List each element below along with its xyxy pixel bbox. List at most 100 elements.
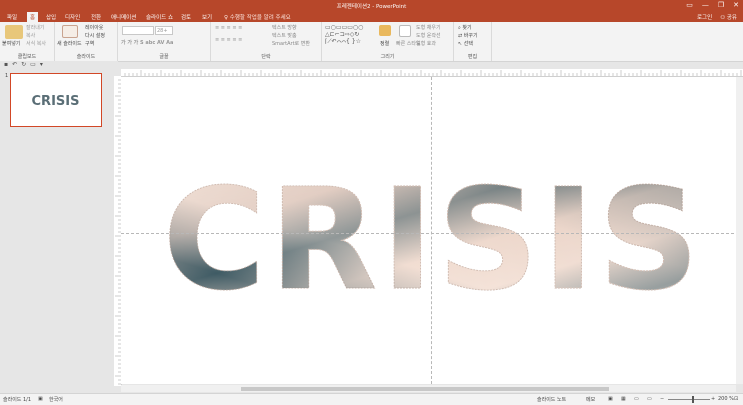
cut-button[interactable]: 잘라내기: [26, 24, 44, 31]
ribbon: 붙여넣기 잘라내기 복사 서식 복사 클립보드 새 슬라이드 레이아웃 다시 설…: [0, 22, 743, 62]
font-size-value: 28+: [157, 28, 168, 34]
slideshow-view-icon[interactable]: ▭: [647, 396, 652, 402]
arrange-icon[interactable]: [379, 25, 391, 36]
smartart-button[interactable]: SmartArt로 변환: [272, 40, 310, 47]
comments-button[interactable]: 메모: [586, 396, 595, 403]
drawing-group: ▭○▭▭▭○○ △⊏⌐⊐⇨◇↻ ⌈⟋↶⌒⌒{ }☆ 정렬 빠른 스타일 도형 채우기…: [322, 22, 454, 61]
drawing-group-label: 그리기: [380, 54, 395, 60]
undo-icon[interactable]: ↶: [12, 61, 17, 68]
replace-button[interactable]: ⇄ 바꾸기: [458, 32, 478, 39]
paste-button[interactable]: 붙여넣기: [2, 40, 20, 47]
copy-button[interactable]: 복사: [26, 32, 35, 39]
vertical-scrollbar[interactable]: [736, 77, 743, 384]
thumbnail-text: CRISIS: [32, 94, 80, 109]
clipboard-group: 붙여넣기 잘라내기 복사 서식 복사 클립보드: [0, 22, 55, 61]
crisis-word-art[interactable]: CRISIS CRISIS: [121, 77, 739, 384]
clipboard-group-label: 클립보드: [17, 54, 37, 60]
tab-view[interactable]: 보기: [202, 13, 212, 21]
zoom-in-icon[interactable]: +: [711, 396, 715, 402]
shape-effects-button[interactable]: 도형 효과: [416, 40, 436, 47]
replace-label: 바꾸기: [463, 33, 478, 39]
tab-slideshow[interactable]: 슬라이드 쇼: [146, 13, 173, 21]
find-button[interactable]: ⌕ 찾기: [458, 24, 472, 31]
close-button[interactable]: ✕: [733, 1, 739, 9]
thumbnail-number: 1: [5, 73, 9, 79]
vertical-ruler-ticks: [115, 79, 121, 385]
reading-view-icon[interactable]: ▭: [634, 396, 639, 402]
window-title: 프레젠테이션2 - PowerPoint: [336, 4, 407, 10]
vertical-guide[interactable]: [431, 77, 432, 384]
tab-review[interactable]: 검토: [181, 13, 191, 21]
ribbon-tabs: 파일 홈 삽입 디자인 전환 애니메이션 슬라이드 쇼 검토 보기 ♀ 수행할 …: [0, 11, 743, 22]
language[interactable]: 한국어: [49, 396, 63, 403]
redo-icon[interactable]: ↻: [21, 61, 26, 68]
zoom-out-icon[interactable]: −: [660, 396, 664, 402]
slide-thumbnail[interactable]: CRISIS: [10, 73, 102, 127]
minimize-button[interactable]: —: [702, 1, 709, 9]
zoom-level[interactable]: 200 %: [718, 396, 734, 402]
select-label: 선택: [463, 41, 473, 47]
tab-insert[interactable]: 삽입: [46, 13, 56, 21]
tell-me-box[interactable]: ♀ 수행할 작업을 알려 주세요: [224, 13, 291, 21]
font-group: 28+ 가 가 가 S abc AV Aa 글꼴: [118, 22, 211, 61]
fit-slide-icon[interactable]: ⊡: [734, 396, 738, 402]
horizontal-scroll-thumb[interactable]: [241, 387, 609, 391]
horizontal-guide[interactable]: [121, 233, 739, 234]
ribbon-display-button[interactable]: ▭: [686, 1, 693, 9]
slide-sorter-icon[interactable]: ▦: [621, 396, 626, 402]
thumbnail-preview: CRISIS: [32, 94, 80, 109]
text-direction-button[interactable]: 텍스트 방향: [272, 24, 297, 31]
restore-button[interactable]: ❐: [718, 1, 724, 9]
shape-fill-button[interactable]: 도형 채우기: [416, 24, 441, 31]
slide-canvas[interactable]: CRISIS CRISIS: [121, 77, 739, 384]
sign-in-link[interactable]: 로그인: [697, 13, 712, 21]
horizontal-ruler: [121, 69, 743, 77]
tab-transitions[interactable]: 전환: [91, 13, 101, 21]
notes-button[interactable]: 슬라이드 노트: [537, 396, 566, 403]
save-icon[interactable]: ▪: [4, 61, 8, 68]
start-slideshow-icon[interactable]: ▭: [30, 61, 36, 68]
layout-button[interactable]: 레이아웃: [85, 24, 103, 31]
reset-button[interactable]: 다시 설정: [85, 32, 105, 39]
slides-group-label: 슬라이드: [76, 54, 96, 60]
zoom-slider-handle[interactable]: [692, 396, 694, 403]
new-slide-icon[interactable]: [62, 25, 78, 38]
share-button[interactable]: ⚇ 공유: [720, 13, 737, 21]
title-bar: 프레젠테이션2 - PowerPoint ▭ — ❐ ✕: [0, 0, 743, 11]
crisis-texture-overlay: CRISIS: [163, 159, 703, 322]
slide-count: 슬라이드 1/1: [3, 397, 32, 403]
font-name-input[interactable]: [122, 26, 154, 35]
paragraph-group: ≡ ≡ ≡ ≡ ≡ ≡ ≡ ≡ ≡ ≡ 텍스트 방향 텍스트 맞춤 SmartA…: [211, 22, 322, 61]
select-button[interactable]: ↖ 선택: [458, 40, 473, 47]
person-icon: ⚇: [720, 15, 727, 21]
tab-animations[interactable]: 애니메이션: [111, 13, 136, 21]
tab-home[interactable]: 홈: [27, 12, 39, 22]
bullets-button[interactable]: ≡ ≡ ≡ ≡ ≡: [215, 25, 242, 31]
zoom-slider[interactable]: [668, 399, 710, 400]
align-text-button[interactable]: 텍스트 맞춤: [272, 32, 297, 39]
tab-design[interactable]: 디자인: [65, 13, 80, 21]
find-label: 찾기: [462, 25, 472, 31]
shape-outline-button[interactable]: 도형 윤곽선: [416, 32, 441, 39]
window-controls: ▭ — ❐ ✕: [686, 1, 739, 9]
slides-group: 새 슬라이드 레이아웃 다시 설정 구역 슬라이드: [55, 22, 118, 61]
arrange-button[interactable]: 정렬: [380, 40, 389, 47]
section-button[interactable]: 구역: [85, 40, 94, 47]
editing-group: ⌕ 찾기 ⇄ 바꾸기 ↖ 선택 편집: [454, 22, 492, 61]
align-buttons[interactable]: ≡ ≡ ≡ ≡ ≡: [215, 37, 242, 43]
paste-icon[interactable]: [5, 25, 23, 39]
quick-styles-icon[interactable]: [399, 25, 411, 37]
paragraph-group-label: 단락: [261, 54, 271, 60]
bold-button[interactable]: 가 가 가 S abc AV Aa: [121, 39, 173, 46]
font-size-input[interactable]: 28+: [155, 26, 173, 35]
horizontal-ruler-ticks: [124, 70, 742, 76]
tab-file[interactable]: 파일: [7, 13, 17, 21]
normal-view-icon[interactable]: ▣: [608, 396, 613, 402]
new-slide-button[interactable]: 새 슬라이드: [57, 40, 82, 47]
customize-icon[interactable]: ▾: [40, 61, 43, 68]
spell-check-icon[interactable]: ▣: [38, 396, 43, 402]
format-painter-button[interactable]: 서식 복사: [26, 40, 46, 47]
shapes-gallery[interactable]: ▭○▭▭▭○○ △⊏⌐⊐⇨◇↻ ⌈⟋↶⌒⌒{ }☆: [325, 24, 363, 46]
status-bar: 슬라이드 1/1 ▣ 한국어 슬라이드 노트 메모 ▣ ▦ ▭ ▭ − + 20…: [0, 393, 743, 405]
share-label: 공유: [726, 15, 737, 21]
